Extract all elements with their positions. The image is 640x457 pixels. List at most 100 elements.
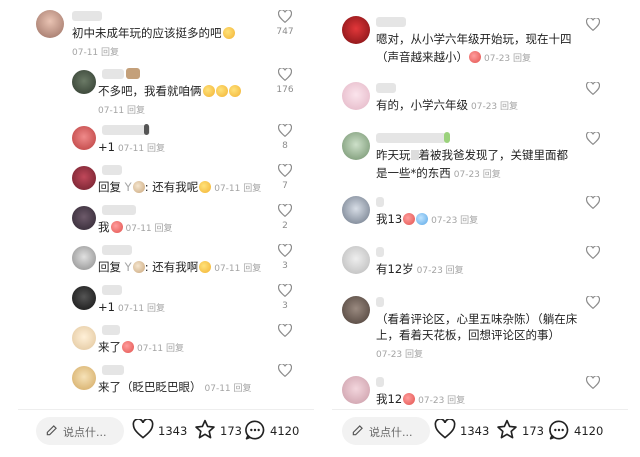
reply-item: +1 07-11 回复 3 [18, 284, 314, 324]
username[interactable] [72, 11, 102, 21]
like-button[interactable] [578, 296, 608, 309]
username[interactable] [102, 165, 122, 175]
emoji-icon [228, 85, 241, 97]
comment-action-button[interactable]: 4120 [548, 419, 614, 443]
avatar[interactable] [36, 10, 64, 38]
avatar[interactable] [72, 70, 96, 94]
comment-text: +1 07-11 回复 [98, 300, 165, 314]
avatar[interactable] [72, 366, 96, 390]
reply-target[interactable]: Y [125, 260, 132, 274]
reply-button[interactable]: 回复 [155, 224, 173, 234]
username[interactable] [102, 125, 150, 135]
like-button[interactable]: 176 [270, 68, 300, 95]
username[interactable] [102, 245, 132, 255]
comment-text: 初中未成年玩的应该挺多的吧 [72, 26, 235, 41]
reply-item: 来了（眨巴眨巴眼） 07-11 回复 [18, 364, 314, 404]
username[interactable] [376, 247, 384, 257]
avatar[interactable] [342, 196, 370, 224]
username[interactable] [376, 197, 384, 207]
avatar[interactable] [342, 246, 370, 274]
like-button[interactable]: 747 [270, 10, 300, 37]
comment-action-button[interactable]: 4120 [244, 419, 308, 443]
reply-button[interactable]: 回复 [483, 170, 501, 180]
comment-bubble-icon [549, 420, 569, 440]
avatar[interactable] [72, 126, 96, 150]
like-button[interactable] [578, 132, 608, 145]
comment-text: 嗯对，从小学六年级开始玩，现在十四 [376, 32, 572, 46]
reply-button[interactable]: 回复 [243, 184, 261, 194]
comment-text: 不多吧，我看就咱俩 [98, 84, 241, 99]
like-button[interactable] [270, 324, 300, 341]
comment-item: 初中未成年玩的应该挺多的吧 07-11 回复 747 [18, 10, 314, 58]
avatar[interactable] [72, 326, 96, 350]
comment-input[interactable]: 说点什... [342, 417, 430, 445]
reply-item: 来了 07-11 回复 [18, 324, 314, 364]
like-button[interactable] [578, 196, 608, 209]
comment-input[interactable]: 说点什... [36, 417, 124, 445]
username[interactable] [376, 133, 446, 143]
reply-button[interactable]: 回复 [127, 106, 145, 116]
username[interactable] [102, 205, 136, 215]
avatar[interactable] [342, 132, 370, 160]
username[interactable] [102, 325, 120, 335]
reply-button[interactable]: 回复 [513, 54, 531, 64]
username[interactable] [102, 285, 122, 295]
username[interactable] [376, 377, 384, 387]
reply-button[interactable]: 回复 [243, 264, 261, 274]
like-button[interactable] [270, 364, 300, 381]
avatar[interactable] [72, 286, 96, 310]
username[interactable] [102, 365, 124, 375]
like-button[interactable]: 3 [270, 284, 300, 311]
comment-meta: 07-11 回复 [98, 106, 146, 116]
reply-button[interactable]: 回复 [446, 266, 464, 276]
reply-button[interactable]: 回复 [101, 48, 119, 58]
reply-button[interactable]: 回复 [447, 396, 465, 406]
comment-text: 回复 Y: 还有我呢 07-11 回复 [98, 180, 262, 194]
pencil-icon [352, 425, 363, 436]
avatar[interactable] [342, 376, 370, 404]
heart-icon [434, 419, 456, 439]
favorite-action-button[interactable]: 173 [496, 419, 548, 443]
comment-item: 我13 07-23 回复 [332, 196, 628, 236]
like-action-button[interactable]: 1343 [434, 419, 492, 443]
like-button[interactable] [578, 246, 608, 259]
avatar[interactable] [72, 246, 96, 270]
comment-meta: 07-11 回复 [72, 48, 120, 58]
like-button[interactable] [578, 82, 608, 95]
heart-icon [586, 376, 600, 389]
like-button[interactable]: 2 [270, 204, 300, 231]
comment-meta: 07-23 回复 [376, 350, 424, 360]
reply-button[interactable]: 回复 [147, 304, 165, 314]
emoji-icon [132, 261, 145, 273]
avatar[interactable] [72, 166, 96, 190]
avatar[interactable] [342, 16, 370, 44]
username[interactable] [102, 69, 124, 79]
reply-item: 我 07-11 回复 2 [18, 204, 314, 244]
avatar[interactable] [342, 296, 370, 324]
emoji-icon [202, 85, 215, 97]
reply-target[interactable]: Y [125, 180, 132, 194]
like-button[interactable] [578, 376, 608, 389]
like-button[interactable]: 3 [270, 244, 300, 271]
like-button[interactable] [578, 18, 608, 31]
emoji-icon [199, 261, 212, 273]
avatar[interactable] [72, 206, 96, 230]
favorite-action-button[interactable]: 173 [194, 419, 246, 443]
like-button[interactable]: 8 [270, 124, 300, 151]
heart-icon [586, 82, 600, 95]
like-count: 1343 [460, 424, 490, 438]
like-button[interactable]: 7 [270, 164, 300, 191]
reply-button[interactable]: 回复 [460, 216, 478, 226]
comment-text: 来了 07-11 回复 [98, 340, 185, 354]
username[interactable] [376, 17, 406, 27]
like-action-button[interactable]: 1343 [132, 419, 190, 443]
reply-button[interactable]: 回复 [147, 144, 165, 154]
reply-button[interactable]: 回复 [166, 344, 184, 354]
redacted-mark [410, 150, 419, 160]
reply-button[interactable]: 回复 [234, 384, 252, 394]
username[interactable] [376, 83, 396, 93]
avatar[interactable] [342, 82, 370, 110]
username[interactable] [376, 297, 384, 307]
reply-button[interactable]: 回复 [405, 350, 423, 360]
reply-button[interactable]: 回复 [500, 102, 518, 112]
